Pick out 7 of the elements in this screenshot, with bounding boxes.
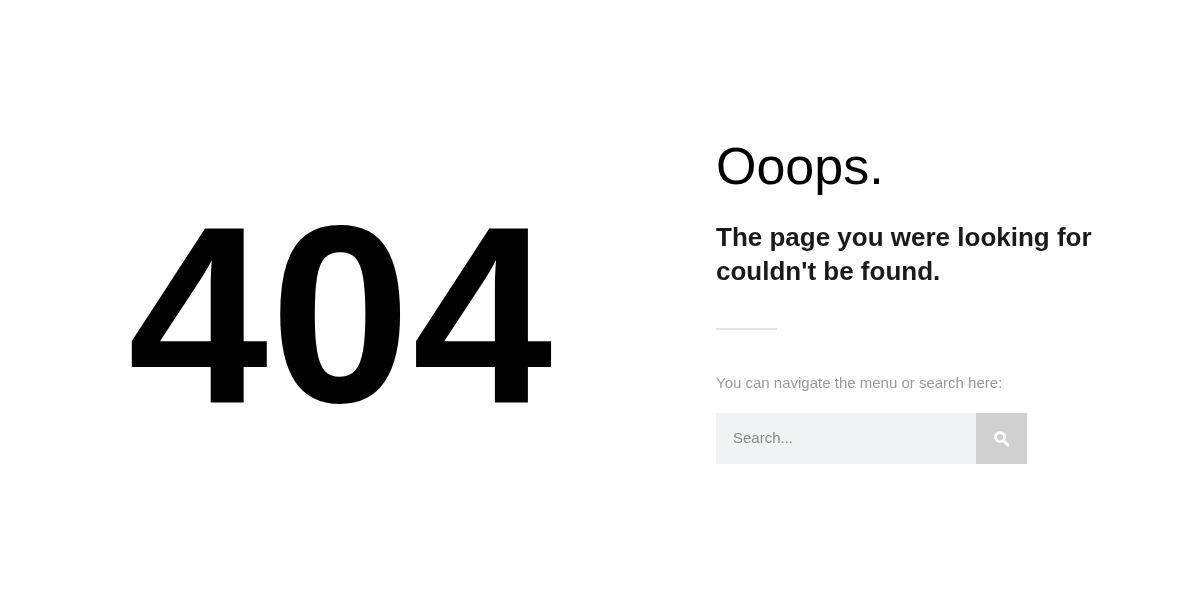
search-button[interactable] (976, 412, 1027, 464)
error-code: 404 (128, 189, 556, 441)
page-title: Ooops. (716, 140, 885, 193)
search-field[interactable]: Search... (716, 412, 976, 464)
error-message: The page you were looking for couldn't be found. (716, 221, 1093, 289)
search-icon (993, 429, 1010, 447)
search-hint: You can navigate the menu or search here: (716, 373, 1004, 394)
